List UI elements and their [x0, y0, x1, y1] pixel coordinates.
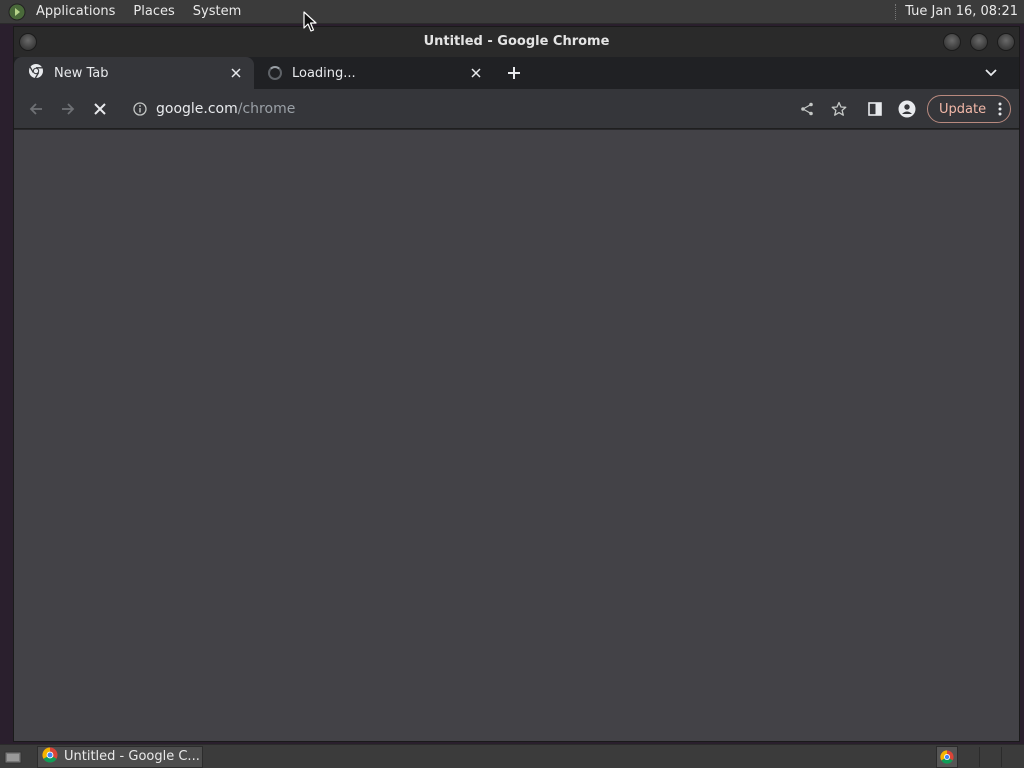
url-host: google.com — [156, 101, 238, 117]
tab-new-tab[interactable]: New Tab — [14, 57, 254, 89]
places-menu[interactable]: Places — [127, 0, 180, 24]
window-title: Untitled - Google Chrome — [423, 34, 610, 49]
workspace-separator — [979, 747, 980, 767]
update-button[interactable]: Update — [927, 95, 1011, 123]
bottom-panel: Untitled - Google C... — [0, 744, 1024, 768]
loading-spinner-icon — [268, 66, 282, 80]
chrome-window: Untitled - Google Chrome New Tab Loading… — [13, 26, 1020, 742]
share-button[interactable] — [793, 95, 821, 123]
show-desktop-icon[interactable] — [1, 746, 25, 768]
side-panel-icon — [868, 102, 882, 116]
taskbar-chrome-window[interactable]: Untitled - Google C... — [37, 745, 203, 768]
url-path: /chrome — [237, 101, 296, 117]
workspace-separator — [1001, 747, 1002, 767]
tab-title: New Tab — [54, 65, 109, 81]
close-icon — [94, 102, 106, 115]
tab-close-icon[interactable] — [466, 63, 486, 83]
clock[interactable]: Tue Jan 16, 08:21 — [905, 4, 1018, 19]
distro-logo-icon[interactable] — [6, 1, 28, 23]
avatar-icon — [898, 100, 916, 118]
new-tab-button[interactable] — [500, 57, 528, 89]
tab-loading[interactable]: Loading... — [254, 57, 494, 89]
arrow-left-icon — [29, 102, 42, 115]
maximize-button[interactable] — [970, 33, 988, 51]
bookmark-star-button[interactable] — [825, 95, 853, 123]
chevron-down-icon — [985, 69, 997, 77]
chrome-icon — [42, 746, 58, 767]
tab-search-button[interactable] — [981, 63, 1001, 83]
forward-button[interactable] — [54, 95, 82, 123]
system-menu[interactable]: System — [187, 0, 247, 24]
profile-button[interactable] — [893, 95, 921, 123]
minimize-button[interactable] — [943, 33, 961, 51]
title-bar[interactable]: Untitled - Google Chrome — [14, 27, 1019, 57]
tab-close-icon[interactable] — [226, 63, 246, 83]
applications-menu[interactable]: Applications — [30, 0, 121, 24]
tab-title: Loading... — [292, 65, 356, 81]
chrome-icon — [28, 63, 44, 83]
tab-strip: New Tab Loading... — [14, 57, 1019, 89]
taskbar-label: Untitled - Google C... — [64, 749, 200, 764]
stop-loading-button[interactable] — [86, 95, 114, 123]
url-text[interactable]: google.com/chrome — [156, 101, 295, 117]
side-panel-button[interactable] — [861, 95, 889, 123]
panel-separator — [895, 3, 897, 20]
back-button[interactable] — [22, 95, 50, 123]
share-icon — [801, 102, 813, 116]
site-info-icon[interactable] — [132, 101, 148, 117]
workspace-1-chrome-icon[interactable] — [936, 746, 958, 768]
page-content[interactable] — [14, 130, 1019, 741]
browser-toolbar: google.com/chrome Update — [14, 89, 1019, 129]
arrow-right-icon — [62, 102, 75, 115]
close-window-button[interactable] — [997, 33, 1015, 51]
star-icon — [831, 101, 847, 116]
more-menu-icon[interactable] — [998, 102, 1002, 120]
mouse-cursor-icon — [303, 11, 317, 33]
plus-icon — [508, 67, 520, 79]
address-bar[interactable]: google.com/chrome — [122, 95, 572, 123]
top-panel: Applications Places System Tue Jan 16, 0… — [0, 0, 1024, 24]
update-label: Update — [939, 101, 987, 117]
